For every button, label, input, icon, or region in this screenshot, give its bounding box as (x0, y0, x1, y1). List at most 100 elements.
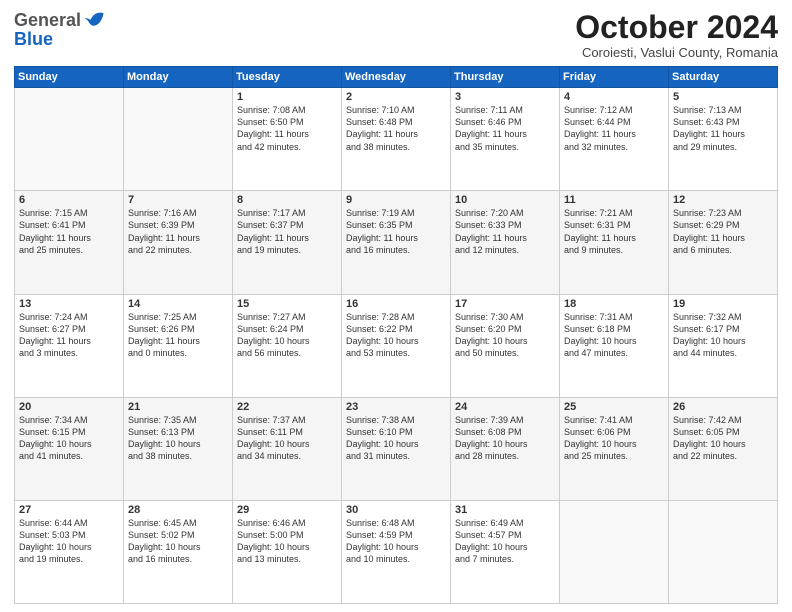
day-info: Sunrise: 6:49 AM Sunset: 4:57 PM Dayligh… (455, 518, 528, 564)
day-number: 29 (237, 504, 337, 516)
day-number: 12 (673, 194, 773, 206)
day-number: 27 (19, 504, 119, 516)
day-cell: 28 Sunrise: 6:45 AM Sunset: 5:02 PM Dayli… (124, 500, 233, 603)
day-info: Sunrise: 6:45 AM Sunset: 5:02 PM Dayligh… (128, 518, 201, 564)
week-row-3: 13Sunrise: 7:24 AM Sunset: 6:27 PM Dayli… (15, 294, 778, 397)
day-number: 20 (19, 401, 119, 413)
day-number: 28 (128, 504, 228, 516)
day-cell: 20 Sunrise: 7:34 AM Sunset: 6:15 PM Dayli… (15, 397, 124, 500)
day-cell: 5 Sunrise: 7:13 AM Sunset: 6:43 PM Daylig… (669, 88, 778, 191)
day-cell: 2Sunrise: 7:10 AM Sunset: 6:48 PM Daylig… (342, 88, 451, 191)
day-number: 4 (564, 91, 664, 103)
week-row-2: 6 Sunrise: 7:15 AM Sunset: 6:41 PM Daylig… (15, 191, 778, 294)
day-info: Sunrise: 7:16 AM Sunset: 6:39 PM Dayligh… (128, 208, 200, 254)
day-number: 16 (346, 298, 446, 310)
week-row-4: 20 Sunrise: 7:34 AM Sunset: 6:15 PM Dayli… (15, 397, 778, 500)
day-cell: 10 Sunrise: 7:20 AM Sunset: 6:33 PM Dayli… (451, 191, 560, 294)
day-info: Sunrise: 7:30 AM Sunset: 6:20 PM Dayligh… (455, 312, 528, 358)
day-cell: 15Sunrise: 7:27 AM Sunset: 6:24 PM Dayli… (233, 294, 342, 397)
day-number: 18 (564, 298, 664, 310)
logo: General Blue (14, 10, 105, 50)
logo-general: General (14, 10, 81, 31)
day-cell: 16 Sunrise: 7:28 AM Sunset: 6:22 PM Dayli… (342, 294, 451, 397)
day-cell (124, 88, 233, 191)
page: General Blue October 2024 Coroiesti, Vas… (0, 0, 792, 612)
week-row-5: 27 Sunrise: 6:44 AM Sunset: 5:03 PM Dayli… (15, 500, 778, 603)
weekday-header-sunday: Sunday (15, 67, 124, 88)
header: General Blue October 2024 Coroiesti, Vas… (14, 10, 778, 60)
day-info: Sunrise: 7:08 AM Sunset: 6:50 PM Dayligh… (237, 105, 309, 151)
day-cell: 25 Sunrise: 7:41 AM Sunset: 6:06 PM Dayli… (560, 397, 669, 500)
day-info: Sunrise: 7:38 AM Sunset: 6:10 PM Dayligh… (346, 415, 419, 461)
day-number: 22 (237, 401, 337, 413)
day-info: Sunrise: 7:35 AM Sunset: 6:13 PM Dayligh… (128, 415, 201, 461)
day-number: 25 (564, 401, 664, 413)
day-cell: 4Sunrise: 7:12 AM Sunset: 6:44 PM Daylig… (560, 88, 669, 191)
day-info: Sunrise: 7:19 AM Sunset: 6:35 PM Dayligh… (346, 208, 418, 254)
day-info: Sunrise: 7:42 AM Sunset: 6:05 PM Dayligh… (673, 415, 746, 461)
day-number: 31 (455, 504, 555, 516)
day-cell: 14Sunrise: 7:25 AM Sunset: 6:26 PM Dayli… (124, 294, 233, 397)
day-cell: 11 Sunrise: 7:21 AM Sunset: 6:31 PM Dayli… (560, 191, 669, 294)
day-cell: 12 Sunrise: 7:23 AM Sunset: 6:29 PM Dayli… (669, 191, 778, 294)
weekday-header-row: SundayMondayTuesdayWednesdayThursdayFrid… (15, 67, 778, 88)
day-number: 21 (128, 401, 228, 413)
logo-bird-icon (83, 9, 105, 31)
day-info: Sunrise: 6:46 AM Sunset: 5:00 PM Dayligh… (237, 518, 310, 564)
day-cell: 3 Sunrise: 7:11 AM Sunset: 6:46 PM Daylig… (451, 88, 560, 191)
day-info: Sunrise: 6:44 AM Sunset: 5:03 PM Dayligh… (19, 518, 92, 564)
day-info: Sunrise: 7:31 AM Sunset: 6:18 PM Dayligh… (564, 312, 637, 358)
weekday-header-saturday: Saturday (669, 67, 778, 88)
day-number: 19 (673, 298, 773, 310)
day-number: 17 (455, 298, 555, 310)
day-number: 3 (455, 91, 555, 103)
day-info: Sunrise: 7:10 AM Sunset: 6:48 PM Dayligh… (346, 105, 418, 151)
week-row-1: 1 Sunrise: 7:08 AM Sunset: 6:50 PM Daylig… (15, 88, 778, 191)
day-cell: 1 Sunrise: 7:08 AM Sunset: 6:50 PM Daylig… (233, 88, 342, 191)
day-cell: 17 Sunrise: 7:30 AM Sunset: 6:20 PM Dayli… (451, 294, 560, 397)
day-number: 13 (19, 298, 119, 310)
day-cell (560, 500, 669, 603)
day-info: Sunrise: 7:11 AM Sunset: 6:46 PM Dayligh… (455, 105, 527, 151)
day-info: Sunrise: 7:23 AM Sunset: 6:29 PM Dayligh… (673, 208, 745, 254)
day-info: Sunrise: 7:28 AM Sunset: 6:22 PM Dayligh… (346, 312, 419, 358)
day-number: 24 (455, 401, 555, 413)
day-info: Sunrise: 7:34 AM Sunset: 6:15 PM Dayligh… (19, 415, 92, 461)
day-number: 30 (346, 504, 446, 516)
day-cell: 13Sunrise: 7:24 AM Sunset: 6:27 PM Dayli… (15, 294, 124, 397)
day-number: 14 (128, 298, 228, 310)
day-cell: 21 Sunrise: 7:35 AM Sunset: 6:13 PM Dayli… (124, 397, 233, 500)
day-cell: 18 Sunrise: 7:31 AM Sunset: 6:18 PM Dayli… (560, 294, 669, 397)
day-number: 6 (19, 194, 119, 206)
day-info: Sunrise: 7:41 AM Sunset: 6:06 PM Dayligh… (564, 415, 637, 461)
day-number: 10 (455, 194, 555, 206)
day-number: 11 (564, 194, 664, 206)
day-info: Sunrise: 6:48 AM Sunset: 4:59 PM Dayligh… (346, 518, 419, 564)
day-number: 5 (673, 91, 773, 103)
calendar-table: SundayMondayTuesdayWednesdayThursdayFrid… (14, 66, 778, 604)
day-number: 23 (346, 401, 446, 413)
weekday-header-friday: Friday (560, 67, 669, 88)
day-info: Sunrise: 7:13 AM Sunset: 6:43 PM Dayligh… (673, 105, 745, 151)
day-cell: 19 Sunrise: 7:32 AM Sunset: 6:17 PM Dayli… (669, 294, 778, 397)
day-info: Sunrise: 7:21 AM Sunset: 6:31 PM Dayligh… (564, 208, 636, 254)
day-number: 9 (346, 194, 446, 206)
day-info: Sunrise: 7:15 AM Sunset: 6:41 PM Dayligh… (19, 208, 91, 254)
day-number: 8 (237, 194, 337, 206)
day-info: Sunrise: 7:37 AM Sunset: 6:11 PM Dayligh… (237, 415, 310, 461)
weekday-header-wednesday: Wednesday (342, 67, 451, 88)
day-cell: 27 Sunrise: 6:44 AM Sunset: 5:03 PM Dayli… (15, 500, 124, 603)
logo-blue: Blue (14, 29, 53, 50)
day-info: Sunrise: 7:17 AM Sunset: 6:37 PM Dayligh… (237, 208, 309, 254)
day-info: Sunrise: 7:20 AM Sunset: 6:33 PM Dayligh… (455, 208, 527, 254)
day-cell: 26 Sunrise: 7:42 AM Sunset: 6:05 PM Dayli… (669, 397, 778, 500)
month-title: October 2024 (575, 10, 778, 45)
day-cell (669, 500, 778, 603)
day-info: Sunrise: 7:32 AM Sunset: 6:17 PM Dayligh… (673, 312, 746, 358)
day-cell: 30 Sunrise: 6:48 AM Sunset: 4:59 PM Dayli… (342, 500, 451, 603)
day-cell: 24Sunrise: 7:39 AM Sunset: 6:08 PM Dayli… (451, 397, 560, 500)
day-cell: 8 Sunrise: 7:17 AM Sunset: 6:37 PM Daylig… (233, 191, 342, 294)
day-number: 26 (673, 401, 773, 413)
day-number: 1 (237, 91, 337, 103)
day-cell: 22 Sunrise: 7:37 AM Sunset: 6:11 PM Dayli… (233, 397, 342, 500)
